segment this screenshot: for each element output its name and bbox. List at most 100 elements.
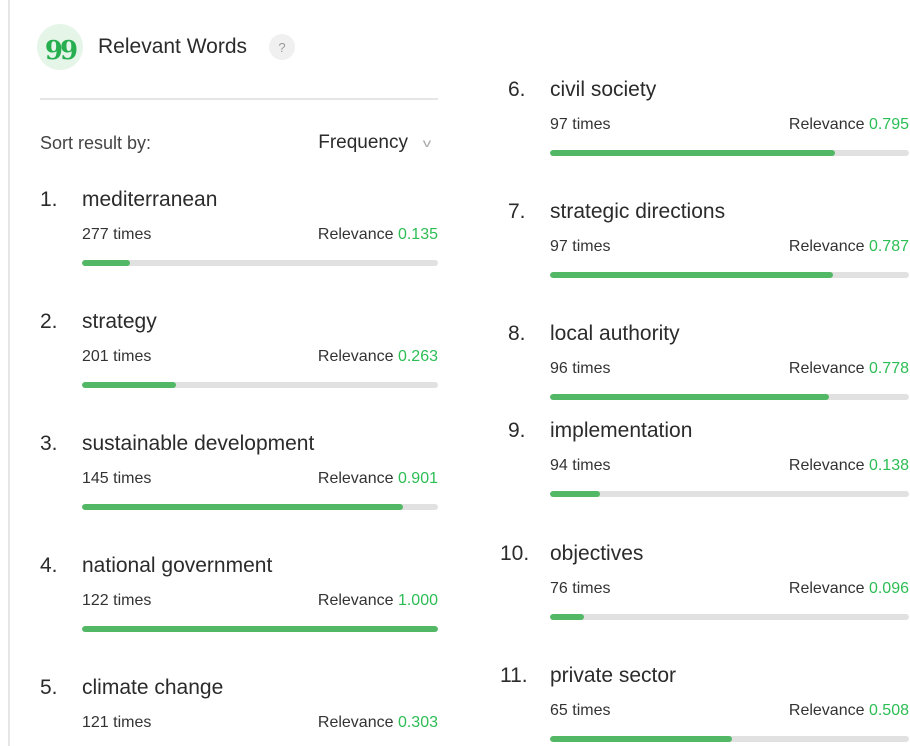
relevance-bar-track: [82, 626, 438, 632]
panel-divider: [8, 0, 10, 746]
relevance-bar-track: [82, 504, 438, 510]
word-rank: 8.: [508, 322, 526, 346]
word-item[interactable]: 2. strategy 201 times Relevance 0.263: [40, 310, 438, 390]
relevance-label: Relevance: [789, 457, 865, 474]
word-rank: 9.: [508, 419, 526, 443]
word-frequency: 94 times: [550, 457, 610, 475]
relevance-bar-track: [550, 272, 909, 278]
word-relevance: Relevance 0.795: [789, 116, 909, 134]
relevance-label: Relevance: [318, 226, 394, 243]
sort-label: Sort result by:: [40, 133, 151, 154]
relevance-label: Relevance: [318, 348, 394, 365]
word-term: civil society: [550, 78, 656, 102]
word-rank: 2.: [40, 310, 58, 334]
word-term: strategy: [82, 310, 157, 334]
relevance-bar-fill: [550, 394, 829, 400]
relevance-bar-fill: [550, 150, 835, 156]
sort-selected-value: Frequency: [318, 132, 408, 154]
word-rank: 7.: [508, 200, 526, 224]
relevance-label: Relevance: [789, 360, 865, 377]
relevance-bar-fill: [82, 626, 438, 632]
panel-title: Relevant Words: [98, 35, 247, 59]
chevron-down-icon: v: [423, 136, 431, 150]
word-frequency: 121 times: [82, 714, 151, 732]
relevance-value: 0.795: [869, 116, 909, 133]
word-term: national government: [82, 554, 272, 578]
relevant-words-panel: 99 Relevant Words ? Sort result by: Freq…: [0, 0, 910, 746]
word-term: mediterranean: [82, 188, 217, 212]
relevance-value: 1.000: [398, 592, 438, 609]
relevance-bar-track: [550, 736, 909, 742]
word-frequency: 97 times: [550, 238, 610, 256]
relevance-bar-fill: [550, 272, 833, 278]
panel-header: 99 Relevant Words ?: [37, 24, 295, 70]
word-item[interactable]: 5.climate change121 timesRelevance 0.303: [40, 676, 438, 746]
word-frequency: 97 times: [550, 116, 610, 134]
relevance-bar-fill: [82, 260, 130, 266]
word-rank: 11.: [500, 664, 528, 688]
word-rank: 3.: [40, 432, 58, 456]
word-item[interactable]: 4. national government 122 times Relevance …: [40, 554, 438, 634]
relevance-value: 0.901: [398, 470, 438, 487]
word-relevance: Relevance 0.135: [318, 226, 438, 244]
word-item[interactable]: 6. civil society 97 times Relevance 0.795: [508, 78, 909, 158]
relevance-bar-track: [82, 382, 438, 388]
word-item[interactable]: 8.local authority96 timesRelevance 0.778: [508, 322, 909, 402]
word-frequency: 76 times: [550, 580, 610, 598]
relevance-bar-track: [550, 491, 909, 497]
word-relevance: Relevance 0.303: [318, 714, 438, 732]
word-item[interactable]: 7. strategic directions 97 times Relevance …: [508, 200, 909, 280]
sort-dropdown[interactable]: Frequency v: [318, 132, 430, 154]
word-frequency: 277 times: [82, 226, 151, 244]
relevance-bar-track: [82, 260, 438, 266]
word-term: objectives: [550, 542, 643, 566]
word-frequency: 65 times: [550, 702, 610, 720]
word-relevance: Relevance 0.096: [789, 580, 909, 598]
word-relevance: Relevance 1.000: [318, 592, 438, 610]
relevance-bar-fill: [82, 382, 176, 388]
word-item[interactable]: 9. implementation 94 times Relevance 0.138: [508, 419, 909, 499]
sort-row: Sort result by: Frequency v: [40, 130, 430, 156]
relevance-label: Relevance: [789, 580, 865, 597]
relevance-bar-track: [550, 394, 909, 400]
word-relevance: Relevance 0.263: [318, 348, 438, 366]
word-term: climate change: [82, 676, 223, 700]
word-rank: 1.: [40, 188, 58, 212]
relevance-bar-fill: [550, 491, 600, 497]
relevance-label: Relevance: [789, 702, 865, 719]
relevance-bar-fill: [550, 736, 732, 742]
help-icon[interactable]: ?: [269, 34, 295, 60]
word-term: implementation: [550, 419, 692, 443]
word-rank: 10.: [500, 542, 529, 566]
relevance-bar-track: [550, 150, 909, 156]
word-relevance: Relevance 0.508: [789, 702, 909, 720]
relevance-value: 0.138: [869, 457, 909, 474]
relevance-value: 0.508: [869, 702, 909, 719]
header-divider: [40, 98, 438, 100]
relevance-label: Relevance: [789, 238, 865, 255]
relevance-value: 0.787: [869, 238, 909, 255]
word-frequency: 96 times: [550, 360, 610, 378]
relevance-bar-fill: [82, 504, 403, 510]
word-item[interactable]: 3.sustainable development145 timesReleva…: [40, 432, 438, 512]
word-rank: 6.: [508, 78, 526, 102]
relevance-label: Relevance: [318, 592, 394, 609]
relevance-value: 0.096: [869, 580, 909, 597]
word-frequency: 145 times: [82, 470, 151, 488]
word-frequency: 122 times: [82, 592, 151, 610]
word-term: strategic directions: [550, 200, 725, 224]
word-item[interactable]: 1. mediterranean 277 times Relevance 0.135: [40, 188, 438, 268]
relevance-bar-track: [550, 614, 909, 620]
word-item[interactable]: 11.private sector65 timesRelevance 0.508: [500, 664, 909, 744]
relevance-value: 0.135: [398, 226, 438, 243]
quote-icon: 99: [37, 24, 83, 70]
word-frequency: 201 times: [82, 348, 151, 366]
word-relevance: Relevance 0.787: [789, 238, 909, 256]
word-relevance: Relevance 0.901: [318, 470, 438, 488]
word-item[interactable]: 10. objectives 76 times Relevance 0.096: [500, 542, 909, 622]
word-rank: 4.: [40, 554, 58, 578]
relevance-value: 0.303: [398, 714, 438, 731]
word-relevance: Relevance 0.778: [789, 360, 909, 378]
word-relevance: Relevance 0.138: [789, 457, 909, 475]
relevance-label: Relevance: [318, 470, 394, 487]
